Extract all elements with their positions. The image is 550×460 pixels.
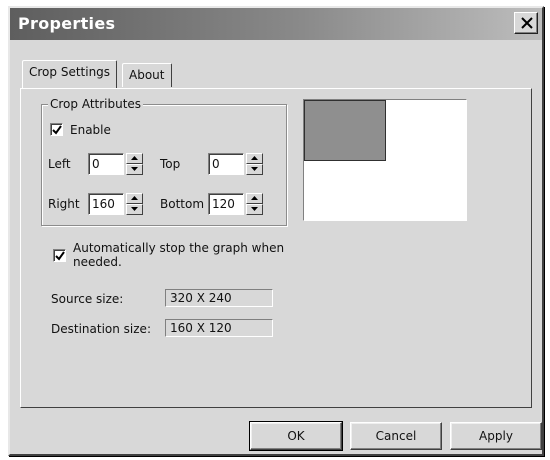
arrow-up-icon [131,196,138,200]
ok-button[interactable]: OK [249,421,343,451]
apply-button[interactable]: Apply [450,422,542,450]
checkmark-icon [52,125,62,135]
spin-up-button[interactable] [246,193,263,204]
destination-size-value: 160 X 120 [165,319,273,337]
checkmark-icon [55,251,65,261]
top-spinner[interactable] [246,153,263,175]
bottom-spinner[interactable] [246,193,263,215]
auto-stop-checkbox[interactable] [53,249,66,262]
arrow-down-icon [251,207,258,211]
right-label: Right [48,197,80,211]
group-title: Crop Attributes [48,97,144,111]
source-size-label: Source size: [51,292,124,306]
left-spinner[interactable] [126,153,143,175]
arrow-up-icon [131,156,138,160]
cancel-button[interactable]: Cancel [350,422,442,450]
arrow-up-icon [251,196,258,200]
tab-panel-crop-settings: Crop Attributes Enable Left 0 Top 0 Righ… [20,88,532,408]
top-label: Top [160,157,181,171]
title-bar[interactable]: Properties [10,8,542,40]
destination-size-label: Destination size: [51,322,151,336]
spin-up-button[interactable] [126,153,143,164]
window-title: Properties [18,14,116,33]
enable-checkbox[interactable] [50,123,63,136]
arrow-up-icon [251,156,258,160]
arrow-down-icon [131,207,138,211]
crop-region-indicator [304,100,386,161]
crop-preview [303,99,467,221]
spin-down-button[interactable] [126,204,143,215]
left-input[interactable]: 0 [88,153,124,175]
arrow-down-icon [251,167,258,171]
spin-up-button[interactable] [246,153,263,164]
auto-stop-label-line2: needed. [73,255,122,269]
spin-down-button[interactable] [126,164,143,175]
tab-about[interactable]: About [122,63,172,87]
properties-dialog: Properties Crop Settings About Crop Attr… [8,6,544,456]
bottom-input[interactable]: 120 [208,193,244,215]
spin-down-button[interactable] [246,204,263,215]
auto-stop-label-line1: Automatically stop the graph when [73,241,285,255]
bottom-label: Bottom [160,197,205,211]
left-label: Left [48,157,71,171]
top-input[interactable]: 0 [208,153,244,175]
enable-label: Enable [70,123,111,137]
tab-label: Crop Settings [29,65,111,79]
tab-crop-settings[interactable]: Crop Settings [22,60,118,88]
spin-down-button[interactable] [246,164,263,175]
right-input[interactable]: 160 [88,193,124,215]
crop-attributes-group: Crop Attributes Enable Left 0 Top 0 Righ… [41,97,287,226]
spin-up-button[interactable] [126,193,143,204]
tab-label: About [129,68,165,82]
source-size-value: 320 X 240 [165,289,273,307]
right-spinner[interactable] [126,193,143,215]
close-icon [521,17,533,29]
close-button[interactable] [514,12,538,34]
arrow-down-icon [131,167,138,171]
